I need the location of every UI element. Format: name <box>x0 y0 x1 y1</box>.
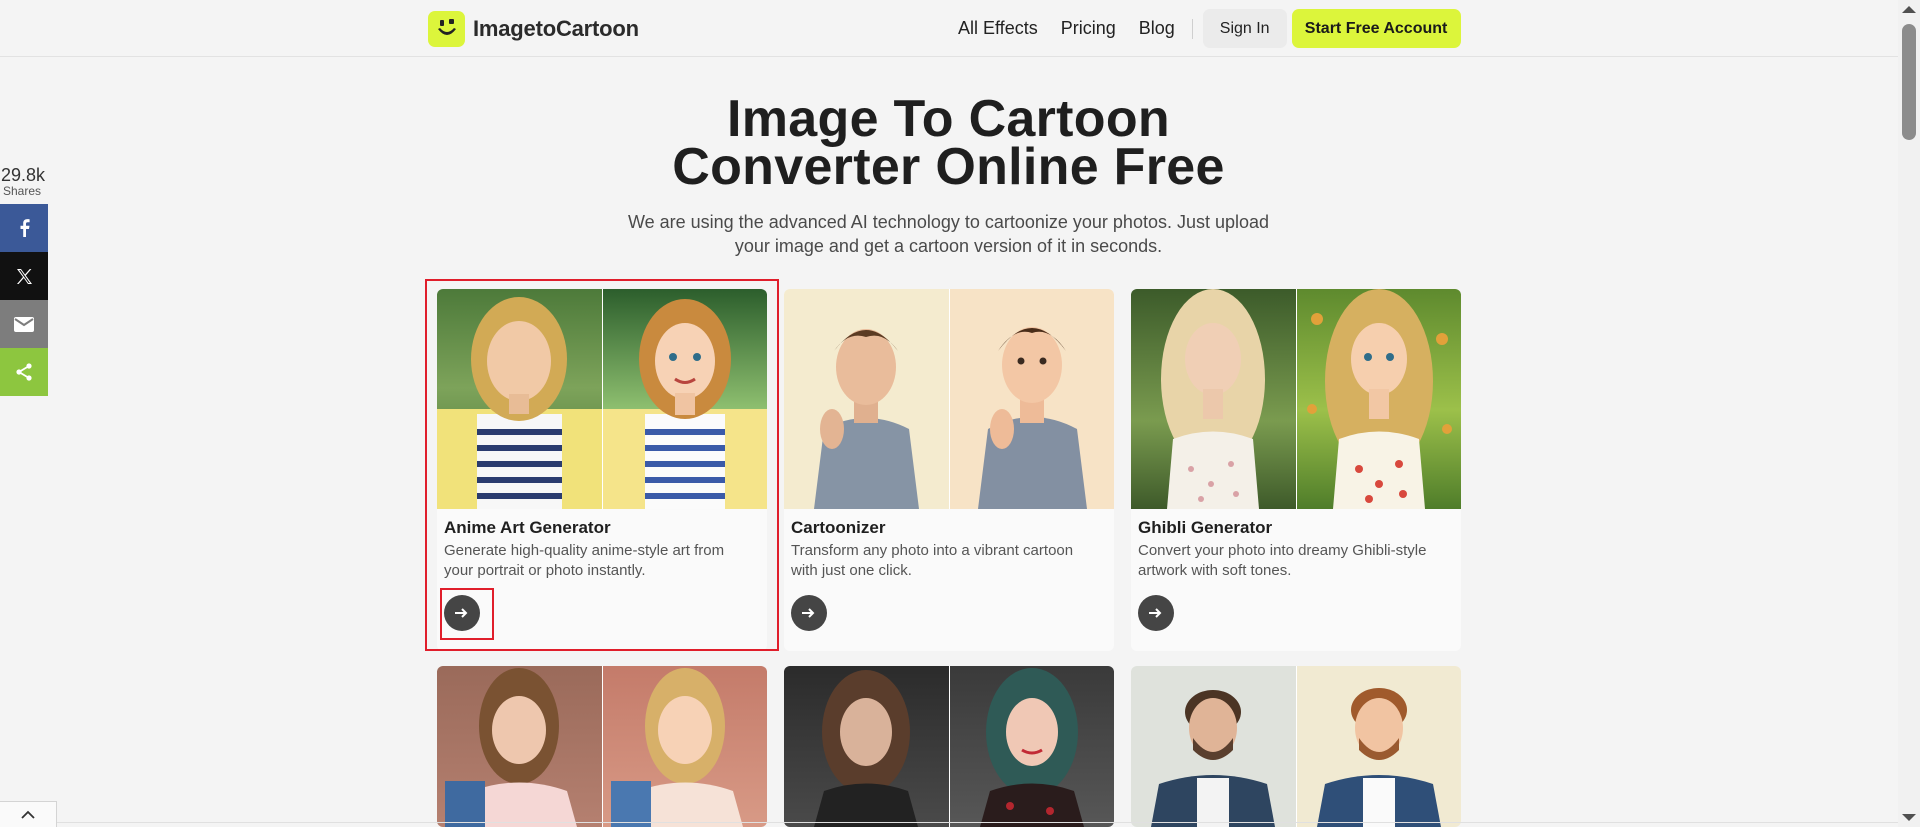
top-navbar: ImagetoCartoon All Effects Pricing Blog … <box>0 0 1898 57</box>
after-cartoon <box>949 289 1114 509</box>
facebook-icon <box>20 219 30 237</box>
page-scrollbar[interactable] <box>1898 0 1920 827</box>
nav-blog[interactable]: Blog <box>1139 18 1175 39</box>
scroll-up-arrow-icon[interactable] <box>1902 6 1916 13</box>
logo[interactable]: ImagetoCartoon <box>428 11 639 47</box>
card-go-button[interactable] <box>791 595 827 631</box>
before-photo <box>1131 666 1296 827</box>
card-description: Transform any photo into a vibrant carto… <box>791 542 1074 579</box>
nav-pricing[interactable]: Pricing <box>1061 18 1116 39</box>
facebook-share-button[interactable] <box>0 204 48 252</box>
after-cartoon <box>602 666 767 827</box>
share-count: 29.8k <box>1 165 46 185</box>
page-title-line-2: Converter Online Free <box>672 138 1225 196</box>
smiley-logo-icon <box>428 11 465 47</box>
page-title: Image To Cartoon Converter Online Free <box>560 90 1337 196</box>
sign-in-button[interactable]: Sign In <box>1202 9 1287 48</box>
ghibli-before-after-image <box>1131 289 1461 509</box>
effect-card-ghibli[interactable]: Ghibli Generator Convert your photo into… <box>1131 289 1461 651</box>
chevron-up-icon <box>21 810 35 819</box>
share-label: Shares <box>3 184 42 198</box>
nav-all-effects[interactable]: All Effects <box>958 18 1038 39</box>
card-go-button[interactable] <box>1138 595 1174 631</box>
scroll-down-arrow-icon[interactable] <box>1902 814 1916 821</box>
after-cartoon <box>1296 666 1461 827</box>
page-subtitle: We are using the advanced AI technology … <box>627 212 1270 256</box>
row2-3-before-after-image <box>1131 666 1461 827</box>
before-photo <box>1131 289 1296 509</box>
social-share-bar: 29.8k Shares <box>0 165 48 396</box>
start-free-account-button[interactable]: Start Free Account <box>1291 9 1461 48</box>
card-title: Ghibli Generator <box>1138 518 1273 537</box>
row2-1-before-after-image <box>437 666 767 827</box>
after-cartoon <box>949 666 1114 827</box>
before-photo <box>784 666 949 827</box>
back-to-top-button[interactable] <box>0 801 57 827</box>
effect-card-row2-2[interactable] <box>784 666 1114 827</box>
effect-card-row2-3[interactable] <box>1131 666 1461 827</box>
generic-share-button[interactable] <box>0 348 48 396</box>
card-description: Convert your photo into dreamy Ghibli-st… <box>1138 542 1427 579</box>
effect-card-cartoonizer[interactable]: Cartoonizer Transform any photo into a v… <box>784 289 1114 651</box>
after-cartoon <box>1296 289 1461 509</box>
bottom-divider <box>57 822 1898 823</box>
share-icon <box>16 363 32 381</box>
page-title-line-1: Image To Cartoon <box>727 90 1170 148</box>
card-title: Cartoonizer <box>791 518 886 537</box>
effect-card-row2-1[interactable] <box>437 666 767 827</box>
x-logo-icon <box>16 268 32 284</box>
arrow-right-icon <box>802 608 815 618</box>
before-photo <box>784 289 949 509</box>
cartoonizer-before-after-image <box>784 289 1114 509</box>
row2-2-before-after-image <box>784 666 1114 827</box>
x-share-button[interactable] <box>0 252 48 300</box>
button-highlight-box <box>440 588 494 640</box>
email-share-button[interactable] <box>0 300 48 348</box>
nav-divider <box>1191 18 1193 39</box>
email-icon <box>14 316 34 332</box>
scroll-thumb[interactable] <box>1902 24 1916 140</box>
arrow-right-icon <box>1149 608 1162 618</box>
main-nav: All Effects Pricing Blog Sign In Start F… <box>958 0 1461 57</box>
before-photo <box>437 666 602 827</box>
logo-text: ImagetoCartoon <box>473 16 639 41</box>
